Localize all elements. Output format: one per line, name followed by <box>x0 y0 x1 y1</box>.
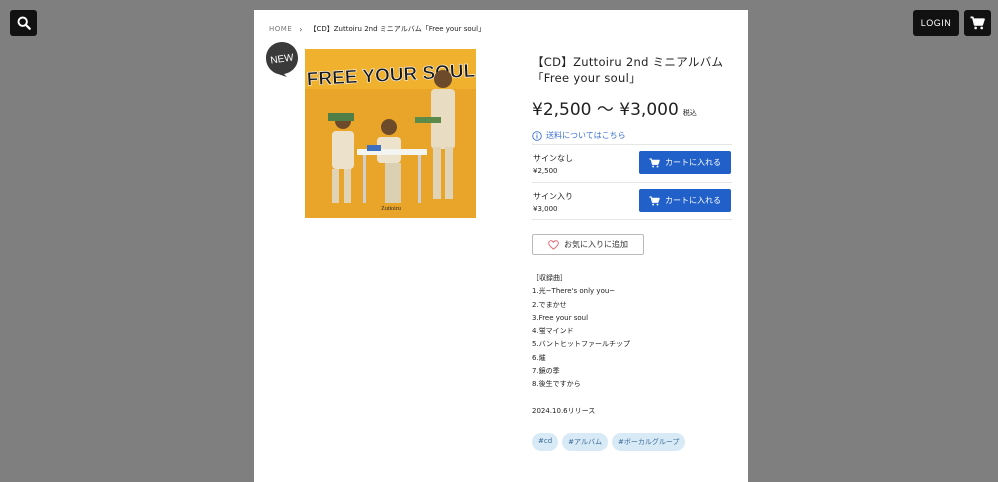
variant-name: サインなし <box>533 154 573 163</box>
shipping-link-label: 送料についてはこちら <box>546 131 626 140</box>
track-item: 2.でまかせ <box>532 300 567 309</box>
variant-name: サイン入り <box>533 192 573 201</box>
variant-price: ¥2,500 <box>533 167 558 175</box>
track-item: 4.蛍マインド <box>532 327 574 336</box>
price-value: ¥2,500 ～ ¥3,000 <box>532 100 679 120</box>
product-info: 【CD】Zuttoiru 2nd ミニアルバム「Free your soul」 … <box>532 54 732 141</box>
tag-chip[interactable]: #ボーカルグループ <box>611 433 686 451</box>
tag-chip[interactable]: #アルバム <box>562 433 608 451</box>
product-title: 【CD】Zuttoiru 2nd ミニアルバム「Free your soul」 <box>532 55 724 85</box>
add-to-cart-label: カートに入れる <box>665 196 721 205</box>
track-item: 6.熣 <box>532 353 546 362</box>
search-button[interactable] <box>10 10 37 36</box>
tag-chip[interactable]: #cd <box>532 433 559 451</box>
cover-artist: Zuttoiru <box>381 206 401 212</box>
track-item: 3.Free your soul <box>532 313 589 322</box>
variant-row: サイン入り ¥3,000 カートに入れる <box>532 182 732 220</box>
release-date: 2024.10.6リリース <box>532 406 596 415</box>
info-icon <box>532 130 542 141</box>
cart-icon <box>649 157 660 167</box>
add-to-favorites-button[interactable]: お気に入りに追加 <box>532 234 644 255</box>
breadcrumb: HOME › 【CD】Zuttoiru 2nd ミニアルバム「Free your… <box>269 24 485 34</box>
shipping-link[interactable]: 送料についてはこちら <box>532 130 732 141</box>
login-label: LOGIN <box>920 18 952 28</box>
new-badge: NEW <box>266 42 298 77</box>
breadcrumb-home[interactable]: HOME <box>269 25 292 33</box>
tax-note: 税込 <box>682 109 697 117</box>
add-to-cart-button[interactable]: カートに入れる <box>639 189 731 212</box>
search-icon <box>17 16 31 30</box>
album-cover[interactable]: FREE YOUR SOUL Zuttoiru <box>305 49 476 218</box>
track-item: 1.光~There's only you~ <box>532 287 616 296</box>
variant-row: サインなし ¥2,500 カートに入れる <box>532 144 732 182</box>
album-cover-art: FREE YOUR SOUL Zuttoiru <box>305 49 476 218</box>
cart-icon <box>649 195 660 205</box>
heart-icon <box>548 239 559 250</box>
add-to-cart-button[interactable]: カートに入れる <box>639 151 731 174</box>
breadcrumb-current: 【CD】Zuttoiru 2nd ミニアルバム「Free your soul」 <box>309 25 486 33</box>
cart-button[interactable] <box>964 10 991 36</box>
add-to-cart-label: カートに入れる <box>665 158 721 167</box>
track-item: 8.後生ですから <box>532 380 581 389</box>
tag-list: #cd #アルバム #ボーカルグループ <box>532 433 686 451</box>
login-button[interactable]: LOGIN <box>913 10 959 36</box>
product-modal: HOME › 【CD】Zuttoiru 2nd ミニアルバム「Free your… <box>254 10 748 482</box>
track-item: 7.鏡の季 <box>532 367 560 376</box>
chevron-right-icon: › <box>299 24 303 34</box>
track-item: 5.バントヒットファールチップ <box>532 340 631 349</box>
add-to-favorites-label: お気に入りに追加 <box>564 240 628 249</box>
product-description: ［収録曲］ 1.光~There's only you~ 2.でまかせ 3.Fre… <box>532 272 630 418</box>
variant-price: ¥3,000 <box>533 205 558 213</box>
tracklist-heading: ［収録曲］ <box>532 274 567 282</box>
price-range: ¥2,500 ～ ¥3,000 税込 <box>532 95 732 120</box>
cart-icon <box>970 16 985 30</box>
